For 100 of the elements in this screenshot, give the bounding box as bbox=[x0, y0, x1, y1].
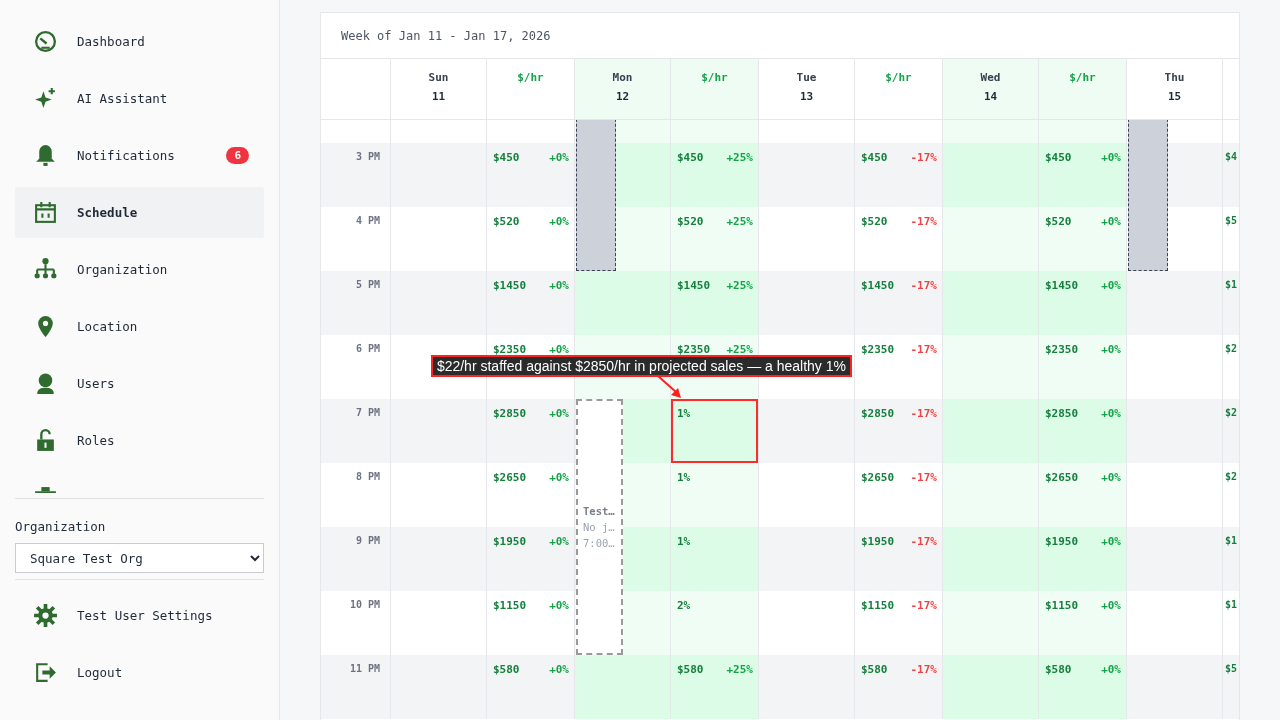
change-percent: -17% bbox=[910, 215, 937, 228]
unavailable-block[interactable] bbox=[1128, 120, 1168, 271]
change-percent: -17% bbox=[910, 151, 937, 164]
change-percent: +25% bbox=[726, 343, 753, 356]
change-percent: -17% bbox=[910, 599, 937, 612]
sales-amount: $2850 bbox=[1045, 407, 1079, 420]
sales-amount: $1450 bbox=[861, 279, 895, 292]
time-label: 9 PM bbox=[355, 535, 380, 546]
sales-amount: $1450 bbox=[677, 279, 711, 292]
sales-amount: $2350 bbox=[861, 343, 895, 356]
sales-amount: $1950 bbox=[493, 535, 527, 548]
sales-amount: $1 bbox=[1225, 599, 1238, 610]
sales-amount: $520 bbox=[493, 215, 520, 228]
sales-amount: $2 bbox=[1225, 471, 1238, 482]
nav-item[interactable]: Logout bbox=[15, 647, 264, 698]
rate-header: $/hr bbox=[701, 71, 728, 84]
change-percent: +0% bbox=[549, 599, 569, 612]
change-percent: +0% bbox=[549, 279, 569, 292]
sales-amount: $4 bbox=[1225, 151, 1238, 162]
logout-icon bbox=[33, 660, 58, 685]
sales-amount: $450 bbox=[493, 151, 520, 164]
labor-percent: 1% bbox=[677, 407, 691, 420]
rate-header: $/hr bbox=[1069, 71, 1096, 84]
sales-amount: $1950 bbox=[861, 535, 895, 548]
sales-amount: $1450 bbox=[493, 279, 527, 292]
change-percent: +0% bbox=[1101, 471, 1121, 484]
sales-amount: $2850 bbox=[493, 407, 527, 420]
arrow bbox=[657, 375, 681, 398]
sales-amount: $2850 bbox=[861, 407, 895, 420]
change-percent: +0% bbox=[549, 407, 569, 420]
sales-amount: $450 bbox=[861, 151, 888, 164]
week-title: Week of Jan 11 - Jan 17, 2026 bbox=[341, 28, 551, 43]
sales-amount: $1150 bbox=[493, 599, 527, 612]
sales-amount: $1950 bbox=[1045, 535, 1079, 548]
change-percent: +0% bbox=[1101, 279, 1121, 292]
change-percent: +0% bbox=[1101, 151, 1121, 164]
nav-item[interactable]: Location bbox=[15, 301, 264, 352]
nav-item[interactable]: Dashboard bbox=[15, 16, 264, 67]
nav-item[interactable]: Notifications 6 bbox=[15, 130, 264, 181]
sales-amount: $450 bbox=[677, 151, 704, 164]
nav-item[interactable]: Users bbox=[15, 358, 264, 409]
dashboard-icon bbox=[33, 29, 58, 54]
unavailable-block[interactable] bbox=[576, 120, 616, 271]
change-percent: +0% bbox=[1101, 535, 1121, 548]
change-percent: +0% bbox=[549, 663, 569, 676]
change-percent: -17% bbox=[910, 471, 937, 484]
sales-amount: $580 bbox=[1045, 663, 1072, 676]
organization-select[interactable]: Square Test Org bbox=[15, 543, 264, 573]
count-badge: 6 bbox=[226, 147, 249, 164]
labor-percent: 2% bbox=[677, 599, 691, 612]
nav-item[interactable]: Test User Settings bbox=[15, 590, 264, 641]
change-percent: +0% bbox=[1101, 599, 1121, 612]
sales-amount: $2 bbox=[1225, 407, 1238, 418]
change-percent: +0% bbox=[549, 343, 569, 356]
nav-item[interactable]: Roles bbox=[15, 415, 264, 466]
bell-icon bbox=[33, 143, 58, 168]
time-label: 5 PM bbox=[355, 279, 380, 290]
sales-amount: $5 bbox=[1225, 215, 1238, 226]
sales-amount: $580 bbox=[493, 663, 520, 676]
sales-amount: $1450 bbox=[1045, 279, 1079, 292]
tooltip: $22/hr staffed against $2850/hr in projected sales — a healthy 1% bbox=[430, 355, 852, 377]
sales-amount: $2350 bbox=[1045, 343, 1079, 356]
sales-amount: $520 bbox=[1045, 215, 1072, 228]
time-label: 4 PM bbox=[355, 215, 380, 226]
labor-percent: 1% bbox=[677, 535, 691, 548]
sales-amount: $2650 bbox=[1045, 471, 1079, 484]
change-percent: +25% bbox=[726, 215, 753, 228]
nav-item[interactable]: AI Assistant bbox=[15, 73, 264, 124]
change-percent: -17% bbox=[910, 535, 937, 548]
day-header: Wed 14 bbox=[943, 59, 1039, 120]
change-percent: +0% bbox=[1101, 343, 1121, 356]
nav-item[interactable]: Schedule bbox=[15, 187, 264, 238]
change-percent: -17% bbox=[910, 279, 937, 292]
change-percent: +0% bbox=[549, 215, 569, 228]
labor-percent: 1% bbox=[677, 471, 691, 484]
change-percent: +0% bbox=[549, 535, 569, 548]
change-percent: -17% bbox=[910, 343, 937, 356]
organization-label: Organization bbox=[15, 519, 107, 534]
sales-amount: $2 bbox=[1225, 343, 1238, 354]
day-header: Mon 12 bbox=[575, 59, 671, 120]
time-label: 8 PM bbox=[355, 471, 380, 482]
change-percent: +25% bbox=[726, 151, 753, 164]
change-percent: +0% bbox=[549, 471, 569, 484]
sales-amount: $1 bbox=[1225, 279, 1238, 290]
change-percent: +0% bbox=[1101, 407, 1121, 420]
change-percent: +0% bbox=[549, 151, 569, 164]
sales-amount: $2650 bbox=[493, 471, 527, 484]
sales-amount: $580 bbox=[677, 663, 704, 676]
sales-amount: $580 bbox=[861, 663, 888, 676]
time-label: 3 PM bbox=[355, 151, 380, 162]
time-label: 7 PM bbox=[355, 407, 380, 418]
change-percent: -17% bbox=[910, 407, 937, 420]
sales-amount: $520 bbox=[677, 215, 704, 228]
sales-amount: $2350 bbox=[493, 343, 527, 356]
change-percent: -17% bbox=[910, 663, 937, 676]
nav-item[interactable]: Organization bbox=[15, 244, 264, 295]
sparkle-icon bbox=[33, 86, 58, 111]
sales-amount: $2650 bbox=[861, 471, 895, 484]
shift-block[interactable]: Test… No j… 7:00… bbox=[576, 399, 623, 655]
change-percent: +25% bbox=[726, 279, 753, 292]
